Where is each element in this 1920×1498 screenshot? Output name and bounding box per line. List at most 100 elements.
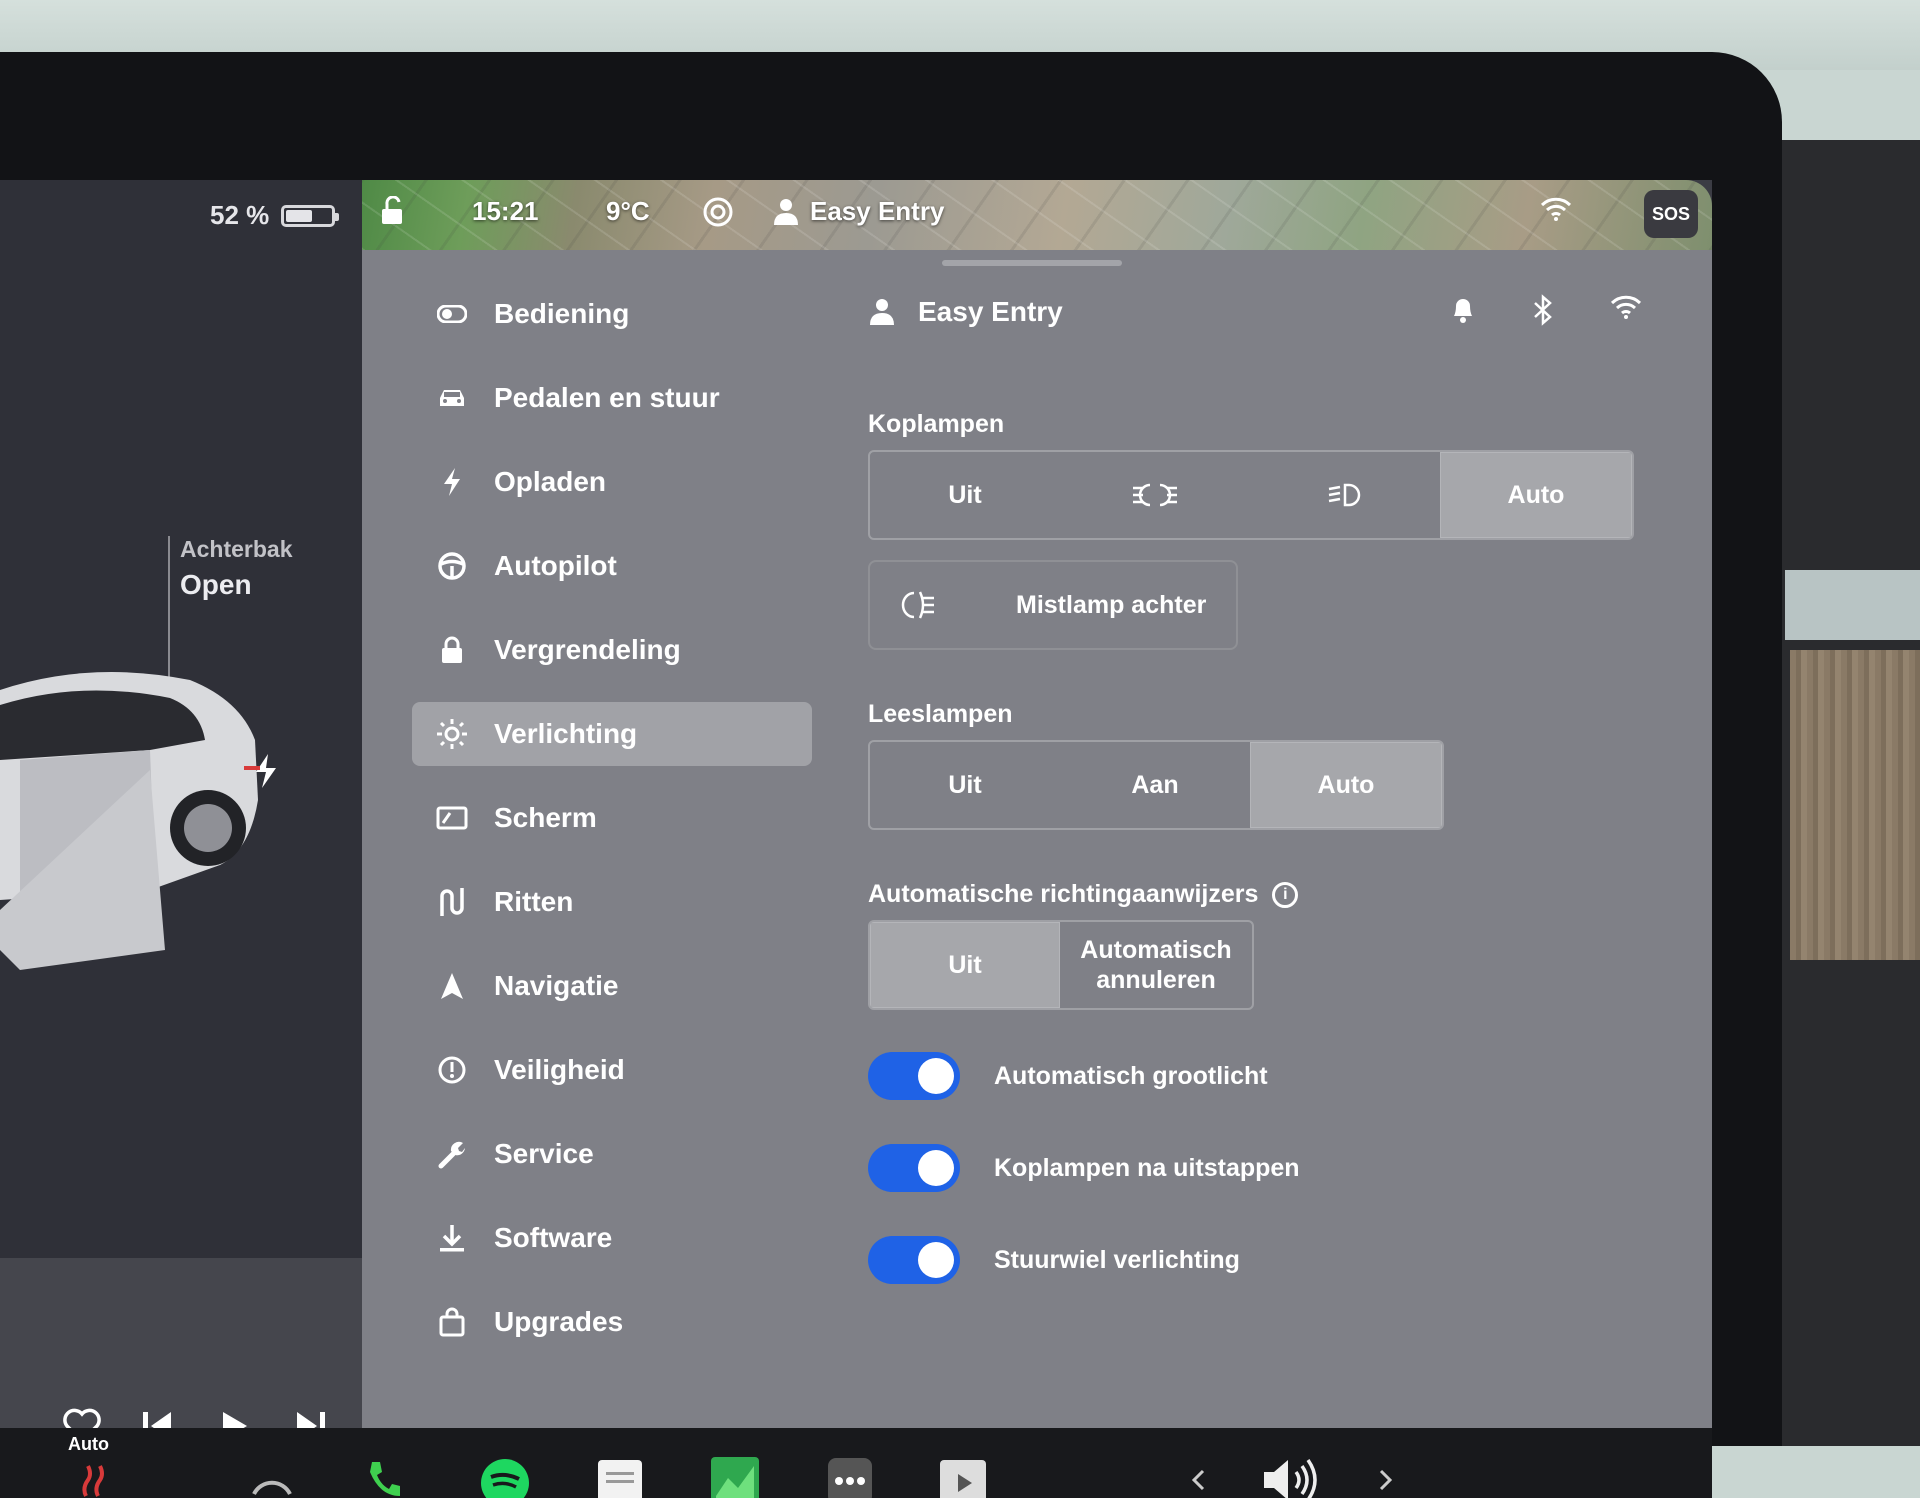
navigation-arrow-icon (436, 970, 468, 1002)
status-bar-map: 15:21 9°C Easy Entry SOS (362, 180, 1712, 250)
koplampen-parking-lights-option[interactable] (1060, 452, 1250, 538)
richtingaanwijzers-uit-option[interactable]: Uit (870, 922, 1060, 1008)
bolt-icon (436, 466, 468, 498)
nav-item-service[interactable]: Service (412, 1122, 812, 1186)
info-icon[interactable]: i (1272, 882, 1299, 909)
stuurwiel-verlichting-toggle[interactable] (868, 1236, 960, 1284)
chevron-left-icon[interactable] (1190, 1468, 1206, 1497)
battery-indicator: 52 % (210, 200, 340, 231)
sentry-camera-icon[interactable] (702, 196, 734, 228)
wifi-status-icon (1540, 196, 1572, 222)
sun-icon (436, 718, 468, 750)
spotify-icon[interactable] (480, 1458, 530, 1498)
climate-auto-label[interactable]: Auto (68, 1434, 109, 1455)
more-apps-icon[interactable] (826, 1456, 874, 1498)
steering-wheel-icon (436, 550, 468, 582)
koplampen-low-beam-option[interactable] (1250, 452, 1440, 538)
seat-heater-icon[interactable] (80, 1462, 110, 1498)
wiper-icon[interactable] (250, 1468, 294, 1498)
leeslampen-aan-option[interactable]: Aan (1060, 742, 1250, 828)
wifi-icon[interactable] (1610, 294, 1642, 320)
automatisch-grootlicht-row: Automatisch grootlicht (868, 1052, 1268, 1100)
wrench-icon (436, 1138, 468, 1170)
leeslampen-auto-option[interactable]: Auto (1250, 742, 1442, 828)
leeslampen-uit-option[interactable]: Uit (870, 742, 1060, 828)
driver-profile[interactable]: Easy Entry (868, 296, 1063, 328)
lighting-settings: Easy Entry Koplampen Uit Auto Mistlamp a… (868, 250, 1668, 1428)
koplampen-selector: Uit Auto (868, 450, 1634, 540)
rear-fog-lamp-icon (901, 591, 934, 619)
nav-label: Scherm (494, 802, 597, 833)
touchscreen: 52 % Achterbak Open 15:21 9°C Easy Entry… (0, 180, 1712, 1498)
settings-nav: Bediening Pedalen en stuur Opladen Autop… (412, 282, 812, 1374)
person-icon (870, 299, 894, 325)
screen-bezel: 52 % Achterbak Open 15:21 9°C Easy Entry… (0, 52, 1782, 1498)
sos-label: SOS (1651, 203, 1690, 224)
connectivity-icons (1450, 294, 1642, 326)
car-icon (436, 382, 468, 414)
nav-item-verlichting[interactable]: Verlichting (412, 702, 812, 766)
nav-label: Verlichting (494, 718, 638, 749)
volume-icon[interactable] (1262, 1458, 1322, 1498)
trunk-label: Achterbak (180, 536, 293, 562)
nav-item-bediening[interactable]: Bediening (412, 282, 812, 346)
nav-item-autopilot[interactable]: Autopilot (412, 534, 812, 598)
koplampen-na-uitstappen-row: Koplampen na uitstappen (868, 1144, 1300, 1192)
energy-chart-icon[interactable] (710, 1456, 760, 1498)
nav-label: Veiligheid (494, 1054, 625, 1085)
nav-item-vergrendeling[interactable]: Vergrendeling (412, 618, 812, 682)
trips-icon (436, 886, 468, 918)
koplampen-uit-option[interactable]: Uit (870, 452, 1060, 538)
richtingaanwijzers-selector: Uit Automatisch annuleren (868, 920, 1254, 1010)
low-beam-icon (1328, 483, 1361, 507)
alert-circle-icon (436, 1054, 468, 1086)
chevron-right-icon[interactable] (1378, 1468, 1394, 1497)
nav-item-upgrades[interactable]: Upgrades (412, 1290, 812, 1354)
unlocked-lock-icon[interactable] (380, 196, 406, 226)
nav-item-scherm[interactable]: Scherm (412, 786, 812, 850)
display-icon (436, 802, 468, 834)
nav-label: Bediening (494, 298, 630, 329)
phone-icon[interactable] (366, 1458, 400, 1498)
profile-name: Easy Entry (918, 296, 1063, 327)
richtingaanwijzers-automatisch-annuleren-option[interactable]: Automatisch annuleren (1060, 922, 1252, 1008)
automatisch-grootlicht-toggle[interactable] (868, 1052, 960, 1100)
koplampen-auto-option[interactable]: Auto (1440, 452, 1632, 538)
sos-button[interactable]: SOS (1644, 190, 1698, 238)
status-profile[interactable]: Easy Entry (772, 196, 944, 227)
outside-temperature: 9°C (606, 196, 650, 226)
nav-item-pedalen-en-stuur[interactable]: Pedalen en stuur (412, 366, 812, 430)
trunk-state: Open (180, 569, 252, 600)
nav-label: Upgrades (494, 1306, 624, 1337)
status-profile-name: Easy Entry (810, 196, 945, 226)
bluetooth-icon[interactable] (1532, 294, 1554, 326)
nav-label: Pedalen en stuur (494, 382, 720, 413)
calendar-icon[interactable] (596, 1458, 644, 1498)
mistlamp-label: Mistlamp achter (1016, 590, 1207, 619)
bottom-taskbar: Auto (0, 1428, 1712, 1498)
stuurwiel-verlichting-label: Stuurwiel verlichting (994, 1245, 1240, 1274)
battery-icon (281, 204, 340, 227)
richtingaanwijzers-label: Automatische richtingaanwijzers (868, 880, 1259, 908)
nav-item-software[interactable]: Software (412, 1206, 812, 1270)
dashboard-wood-trim (1790, 650, 1920, 960)
person-icon (774, 198, 798, 225)
nav-label: Ritten (494, 886, 574, 917)
car-status-panel: 52 % Achterbak Open (0, 180, 366, 1258)
nav-item-veiligheid[interactable]: Veiligheid (412, 1038, 812, 1102)
richtingaanwijzers-title: Automatische richtingaanwijzers i (868, 880, 1299, 909)
nav-item-ritten[interactable]: Ritten (412, 870, 812, 934)
nav-label: Navigatie (494, 970, 619, 1001)
nav-item-navigatie[interactable]: Navigatie (412, 954, 812, 1018)
bell-icon[interactable] (1450, 294, 1476, 324)
trunk-status[interactable]: Achterbak Open (180, 536, 292, 601)
leeslampen-selector: Uit Aan Auto (868, 740, 1444, 830)
koplampen-na-uitstappen-toggle[interactable] (868, 1144, 960, 1192)
nav-label: Opladen (494, 466, 607, 497)
nav-item-opladen[interactable]: Opladen (412, 450, 812, 514)
battery-percent: 52 % (210, 200, 270, 230)
leeslampen-title: Leeslampen (868, 700, 1013, 728)
mistlamp-achter-button[interactable]: Mistlamp achter (868, 560, 1238, 650)
theater-icon[interactable] (938, 1456, 988, 1498)
download-icon (436, 1222, 468, 1254)
